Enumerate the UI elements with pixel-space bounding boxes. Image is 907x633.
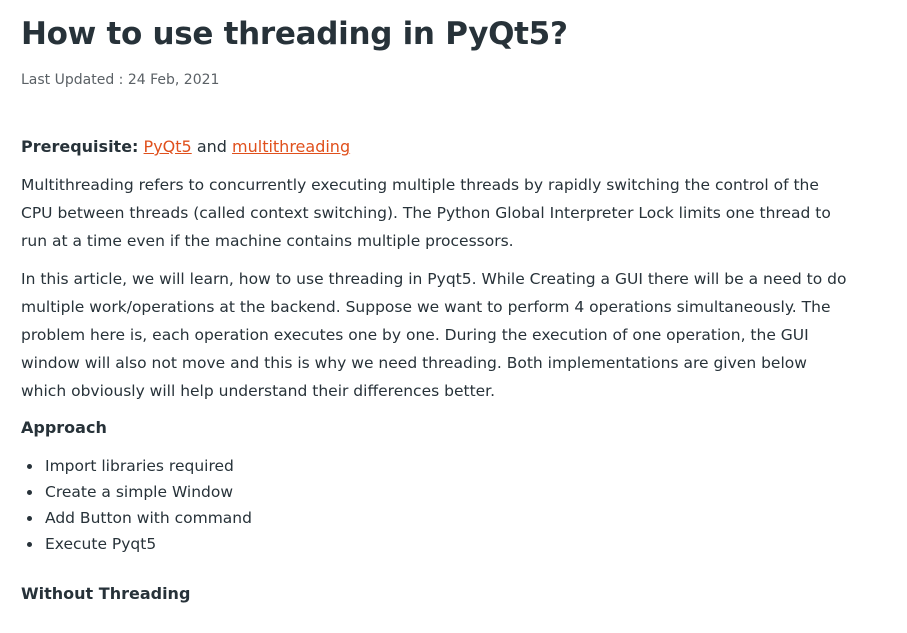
bullet-icon: [27, 542, 32, 547]
list-item-text: Execute Pyqt5: [45, 535, 157, 553]
intro-paragraph: Multithreading refers to concurrently ex…: [21, 176, 831, 250]
multithreading-link[interactable]: multithreading: [232, 137, 350, 156]
prerequisite-connector: and: [196, 137, 227, 156]
bullet-icon: [27, 516, 32, 521]
last-updated: Last Updated : 24 Feb, 2021: [21, 72, 219, 88]
list-item: Import libraries required: [21, 454, 252, 480]
pyqt5-link[interactable]: PyQt5: [144, 137, 192, 156]
article-title: How to use threading in PyQt5?: [21, 16, 568, 52]
last-updated-date: 24 Feb, 2021: [127, 72, 220, 88]
bullet-icon: [27, 464, 32, 469]
approach-list: Import libraries required Create a simpl…: [21, 454, 252, 558]
bullet-icon: [27, 490, 32, 495]
list-item-text: Import libraries required: [45, 457, 234, 475]
approach-heading: Approach: [21, 418, 107, 437]
list-item: Execute Pyqt5: [21, 532, 252, 558]
list-item: Add Button with command: [21, 506, 252, 532]
list-item-text: Create a simple Window: [45, 483, 234, 501]
list-item-text: Add Button with command: [45, 509, 252, 527]
article-paragraph: In this article, we will learn, how to u…: [21, 270, 847, 400]
prerequisite-line: Prerequisite: PyQt5 and multithreading: [21, 136, 350, 158]
without-threading-heading: Without Threading: [21, 584, 191, 603]
prerequisite-label: Prerequisite:: [21, 137, 139, 156]
list-item: Create a simple Window: [21, 480, 252, 506]
last-updated-label: Last Updated :: [21, 72, 128, 88]
